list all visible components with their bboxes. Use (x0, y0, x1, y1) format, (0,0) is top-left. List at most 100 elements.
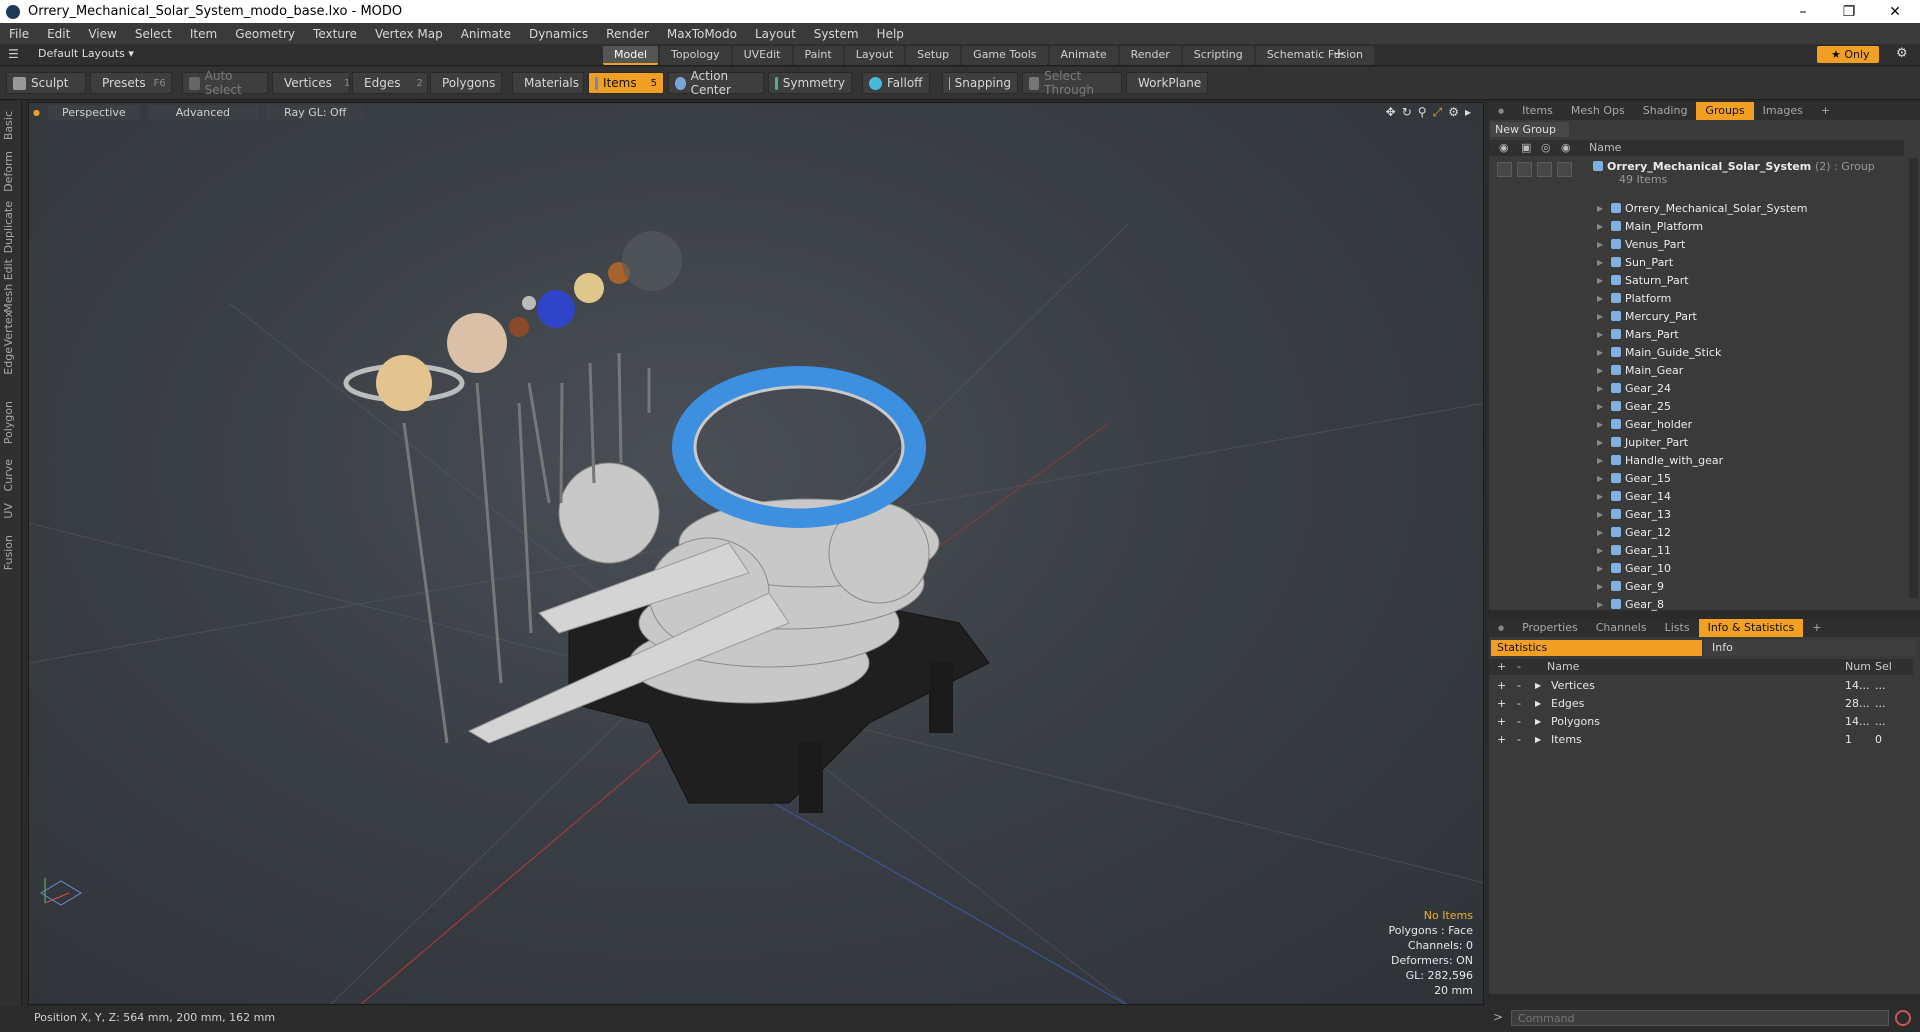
expand-arrow-icon[interactable]: ▶ (1597, 218, 1609, 236)
record-icon[interactable] (1895, 1010, 1911, 1026)
menu-item-maxtomodo[interactable]: MaxToModo (658, 27, 746, 41)
disclosure-arrow-icon[interactable]: ▶ (1535, 695, 1541, 713)
menu-item-view[interactable]: View (79, 27, 125, 41)
group-select[interactable] (1557, 162, 1572, 177)
menu-item-texture[interactable]: Texture (304, 27, 366, 41)
tree-item-row[interactable]: ▶ Main_Platform (1489, 218, 1904, 236)
workplane-button[interactable]: WorkPlane (1126, 72, 1208, 94)
tree-item-row[interactable]: ▶ Gear_15 (1489, 470, 1904, 488)
expand-icon[interactable]: + (1497, 713, 1506, 731)
group-visibility[interactable] (1497, 162, 1512, 177)
items-tab-images[interactable]: Images (1754, 102, 1812, 120)
expand-arrow-icon[interactable]: ▶ (1597, 470, 1609, 488)
menu-item-render[interactable]: Render (597, 27, 658, 41)
props-add-tab-icon[interactable]: + (1803, 619, 1830, 637)
tab-uvedit[interactable]: UVEdit (732, 46, 792, 65)
items-add-tab-icon[interactable]: + (1812, 102, 1839, 120)
expand-arrow-icon[interactable]: ▶ (1597, 506, 1609, 524)
tree-item-row[interactable]: ▶ Gear_12 (1489, 524, 1904, 542)
tree-item-row[interactable]: ▶ Gear_13 (1489, 506, 1904, 524)
menu-item-geometry[interactable]: Geometry (226, 27, 304, 41)
new-group-button[interactable]: New Group (1491, 122, 1569, 137)
expand-icon[interactable]: + (1497, 695, 1506, 713)
sculpt-button[interactable]: Sculpt (6, 72, 86, 94)
left-tab-mesh-edit[interactable]: Mesh Edit (2, 259, 20, 313)
tab-game-tools[interactable]: Game Tools (962, 46, 1048, 65)
materials-button[interactable]: Materials (512, 72, 584, 94)
tree-item-row[interactable]: ▶ Gear_10 (1489, 560, 1904, 578)
props-menu-icon[interactable]: ● (1489, 619, 1513, 637)
tree-item-row[interactable]: ▶ Jupiter_Part (1489, 434, 1904, 452)
zoom-icon[interactable]: ⚲ (1418, 105, 1427, 120)
items-button[interactable]: Items 5 (588, 72, 664, 94)
eye-icon[interactable]: ◉ (1499, 140, 1509, 156)
expand-arrow-icon[interactable]: ▶ (1597, 254, 1609, 272)
menu-item-dynamics[interactable]: Dynamics (520, 27, 597, 41)
expand-icon[interactable]: + (1497, 731, 1506, 749)
tab-render[interactable]: Render (1119, 46, 1181, 65)
tab-scripting[interactable]: Scripting (1182, 46, 1254, 65)
menu-item-system[interactable]: System (805, 27, 868, 41)
tab-paint[interactable]: Paint (793, 46, 843, 65)
tree-item-row[interactable]: ▶ Gear_9 (1489, 578, 1904, 596)
tree-item-row[interactable]: ▶ Main_Guide_Stick (1489, 344, 1904, 362)
expand-arrow-icon[interactable]: ▶ (1597, 452, 1609, 470)
disclosure-arrow-icon[interactable]: ▶ (1535, 713, 1541, 731)
only-toggle[interactable]: ★ Only (1817, 46, 1879, 63)
tree-item-row[interactable]: ▶ Gear_14 (1489, 488, 1904, 506)
collapse-icon[interactable]: - (1517, 713, 1521, 731)
disclosure-arrow-icon[interactable]: ▶ (1535, 677, 1541, 695)
menu-item-file[interactable]: File (0, 27, 38, 41)
expand-arrow-icon[interactable]: ▶ (1597, 380, 1609, 398)
viewport-more-icon[interactable]: ▸ (1465, 105, 1471, 120)
menu-item-edit[interactable]: Edit (38, 27, 79, 41)
pan-icon[interactable]: ✥ (1386, 105, 1396, 120)
items-tab-groups[interactable]: Groups (1696, 102, 1754, 120)
props-tab-channels[interactable]: Channels (1587, 619, 1656, 637)
props-tab-properties[interactable]: Properties (1513, 619, 1587, 637)
props-tab-info-statistics[interactable]: Info & Statistics (1698, 619, 1804, 637)
render-icon[interactable]: ◎ (1541, 140, 1551, 156)
falloff-button[interactable]: Falloff (862, 72, 930, 94)
maximize-icon[interactable]: ❐ (1826, 0, 1872, 23)
group-lock[interactable] (1517, 162, 1532, 177)
select-through-button[interactable]: Select Through (1022, 69, 1122, 97)
expand-arrow-icon[interactable]: ▶ (1597, 416, 1609, 434)
tree-item-row[interactable]: ▶ Mars_Part (1489, 326, 1904, 344)
3d-viewport[interactable]: ● Perspective Advanced Ray GL: Off ✥ ↻ ⚲… (28, 102, 1484, 1005)
raygl-button[interactable]: Ray GL: Off (266, 104, 365, 120)
expand-arrow-icon[interactable]: ▶ (1597, 434, 1609, 452)
expand-arrow-icon[interactable]: ▶ (1597, 488, 1609, 506)
shading-button[interactable]: Advanced (147, 104, 259, 120)
expand-arrow-icon[interactable]: ▶ (1597, 398, 1609, 416)
tree-item-row[interactable]: ▶ Mercury_Part (1489, 308, 1904, 326)
tree-item-row[interactable]: ▶ Main_Gear (1489, 362, 1904, 380)
lock-icon[interactable]: ▣ (1521, 140, 1531, 156)
left-tab-vertex[interactable]: Vertex (2, 311, 20, 346)
viewport-settings-icon[interactable]: ⚙ (1448, 105, 1459, 120)
disclosure-arrow-icon[interactable]: ▶ (1535, 731, 1541, 749)
stats-row-polygons[interactable]: + - ▶ Polygons 14...... (1489, 713, 1913, 731)
tree-item-row[interactable]: ▶ Gear_24 (1489, 380, 1904, 398)
menu-item-animate[interactable]: Animate (452, 27, 520, 41)
add-tab-icon[interactable]: + (1333, 46, 1345, 62)
auto-select-button[interactable]: Auto Select (182, 69, 268, 97)
expand-all-icon[interactable]: + (1497, 659, 1506, 675)
tree-item-row[interactable]: ▶ Platform (1489, 290, 1904, 308)
collapse-icon[interactable]: - (1517, 731, 1521, 749)
info-subtab[interactable]: Info (1704, 640, 1916, 656)
items-menu-icon[interactable]: ● (1489, 102, 1513, 120)
group-row[interactable]: Orrery_Mechanical_Solar_System (2) : Gro… (1489, 158, 1904, 188)
expand-arrow-icon[interactable]: ▶ (1597, 290, 1609, 308)
polygons-button[interactable]: Polygons (430, 72, 502, 94)
group-render[interactable] (1537, 162, 1552, 177)
items-scrollbar[interactable] (1909, 158, 1918, 598)
left-tab-polygon[interactable]: Polygon (2, 401, 20, 444)
collapse-all-icon[interactable]: - (1517, 659, 1521, 675)
fit-icon[interactable]: ⤢ (1433, 105, 1443, 120)
expand-arrow-icon[interactable]: ▶ (1597, 326, 1609, 344)
expand-arrow-icon[interactable]: ▶ (1597, 236, 1609, 254)
tab-topology[interactable]: Topology (660, 46, 731, 65)
expand-arrow-icon[interactable]: ▶ (1597, 578, 1609, 596)
presets-button[interactable]: Presets F6 (90, 72, 172, 94)
